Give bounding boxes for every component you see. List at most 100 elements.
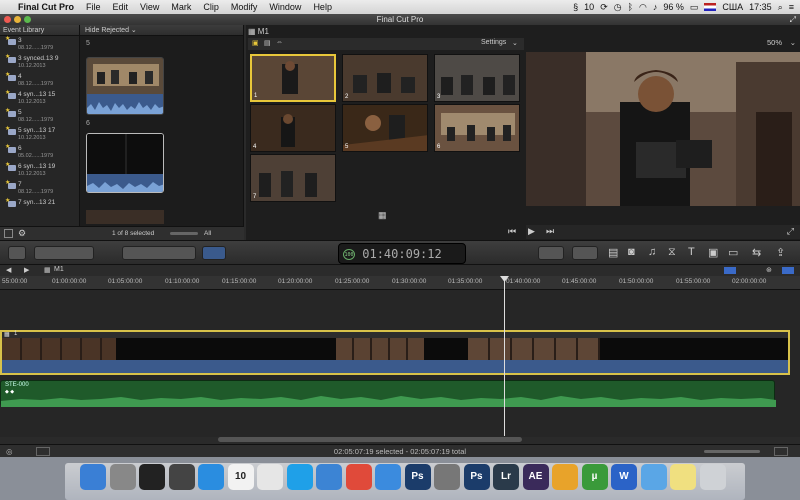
previous-edit-icon[interactable]: ⏮	[508, 226, 516, 237]
script-icon[interactable]: §	[573, 2, 578, 12]
fullscreen-icon[interactable]: ⤢	[787, 226, 794, 237]
audio-skimming-icon[interactable]: ⊛	[766, 266, 772, 274]
chevron-down-icon[interactable]: ⌄	[790, 38, 796, 47]
app-menu[interactable]: Final Cut Pro	[12, 2, 80, 12]
angle-thumb[interactable]: 5	[342, 104, 428, 152]
menu-modify[interactable]: Modify	[225, 2, 264, 12]
wifi-icon[interactable]: ◠	[639, 2, 647, 13]
transitions-icon[interactable]: ⧖	[668, 246, 676, 259]
clip-appearance-button[interactable]	[774, 447, 788, 456]
notification-count[interactable]: 10	[584, 2, 594, 12]
dock-app-store-icon[interactable]	[198, 464, 224, 490]
dock-script-editor-icon[interactable]	[434, 464, 460, 490]
minimize-window-button[interactable]	[14, 16, 21, 23]
music-icon[interactable]: ♫	[648, 246, 656, 258]
timeline-scrollbar[interactable]	[218, 437, 522, 442]
play-icon[interactable]: ▶	[528, 226, 535, 237]
menu-help[interactable]: Help	[307, 2, 338, 12]
snapping-icon[interactable]	[782, 267, 794, 274]
event-item[interactable]: 7 syn...13 21	[0, 198, 79, 211]
angle-thumb[interactable]: 7	[250, 154, 336, 202]
angle-thumb[interactable]: 2	[342, 54, 428, 102]
dock-word-icon[interactable]: W	[611, 464, 637, 490]
dock-skype-icon[interactable]	[286, 464, 313, 490]
dock-safari-icon[interactable]	[316, 464, 342, 490]
menu-file[interactable]: File	[80, 2, 107, 12]
dock-trash-icon[interactable]	[699, 464, 726, 490]
input-source[interactable]: США	[722, 2, 743, 12]
angle-thumb[interactable]: 3	[434, 54, 520, 102]
settings-popup[interactable]: Settings	[481, 39, 506, 46]
all-popup[interactable]: All	[204, 227, 211, 241]
share-icon[interactable]: ⇪	[776, 246, 785, 259]
dock-calendar-icon[interactable]: 10	[227, 464, 254, 490]
back-arrow-icon[interactable]: ◀	[6, 266, 11, 274]
multicam-clip[interactable]: ▦ 1	[0, 330, 790, 375]
event-item[interactable]: 708.12......1979	[0, 180, 79, 195]
effects-button[interactable]	[538, 246, 564, 260]
dock-launchpad-icon[interactable]	[109, 464, 136, 490]
toggle-library-icon[interactable]	[4, 229, 13, 238]
angle-thumb[interactable]: 4	[250, 104, 336, 152]
event-item[interactable]: 4 syn...13 1510.12.2013	[0, 90, 79, 105]
menu-clip[interactable]: Clip	[197, 2, 225, 12]
angle-thumb[interactable]: 6	[434, 104, 520, 152]
menu-view[interactable]: View	[134, 2, 165, 12]
zoom-window-button[interactable]	[24, 16, 31, 23]
generators-icon[interactable]: ▣	[708, 246, 718, 259]
event-item[interactable]: 308.12......1979	[0, 36, 79, 51]
fullscreen-icon[interactable]: ⤢	[790, 14, 796, 25]
battery-icon[interactable]: ▭	[690, 2, 699, 13]
bluetooth-icon[interactable]: ᛒ	[628, 2, 633, 12]
event-item[interactable]: 5 syn...13 1710.12.2013	[0, 126, 79, 141]
camera-icon[interactable]: ◙	[628, 246, 635, 258]
chevron-down-icon[interactable]: ⌄	[131, 27, 137, 34]
dock-stickies-icon[interactable]	[670, 464, 696, 490]
gear-icon[interactable]: ⚙	[18, 228, 26, 239]
titles-icon[interactable]: T	[688, 246, 695, 258]
dock-photoshop-2-icon[interactable]: Ps	[463, 464, 490, 490]
video-switch-icon[interactable]: ▤	[264, 39, 271, 47]
audio-clip[interactable]: STE-000 ◆ ◆	[0, 380, 776, 407]
dock-after-effects-icon[interactable]: AE	[522, 464, 549, 490]
menu-window[interactable]: Window	[263, 2, 307, 12]
timeline-ruler[interactable]: 55:00:00 01:00:00:00 01:05:00:00 01:10:0…	[0, 276, 800, 290]
viewer-zoom[interactable]: 50%	[767, 38, 782, 47]
keyword-button[interactable]	[34, 246, 94, 260]
dock-finder-2-icon[interactable]	[640, 464, 667, 490]
inspector-toggle-icon[interactable]: ⇆	[752, 246, 761, 259]
timeline-history-icon[interactable]	[36, 447, 50, 456]
timecode-display[interactable]: 100 01:40:09:12	[338, 243, 466, 264]
themes-icon[interactable]: ▭	[728, 246, 738, 259]
dock-photos-icon[interactable]	[168, 464, 195, 490]
clock[interactable]: 17:35	[749, 2, 772, 12]
volume-icon[interactable]: ♪	[653, 2, 658, 12]
retime-button[interactable]	[572, 246, 598, 260]
dock-photoshop-icon[interactable]: Ps	[404, 464, 431, 490]
chevron-down-icon[interactable]: ⌄	[512, 39, 518, 47]
time-machine-icon[interactable]: ◷	[614, 2, 622, 13]
event-item[interactable]: 508.12......1979	[0, 108, 79, 123]
dock-final-cut-icon[interactable]	[139, 464, 165, 490]
notification-center-icon[interactable]: ≡	[789, 2, 794, 12]
battery-percent[interactable]: 96 %	[663, 2, 684, 12]
select-tool-button[interactable]	[202, 246, 226, 260]
grid-layout-icon[interactable]: ▦	[378, 210, 387, 221]
menu-edit[interactable]: Edit	[107, 2, 135, 12]
filter-popup[interactable]: Hide Rejected	[85, 27, 129, 34]
inspector-icon[interactable]: ▤	[608, 246, 618, 259]
angle-thumb[interactable]: 1	[250, 54, 336, 102]
next-edit-icon[interactable]: ⏭	[546, 226, 554, 237]
close-window-button[interactable]	[4, 16, 11, 23]
browser-clip-selected[interactable]	[86, 133, 164, 193]
menu-mark[interactable]: Mark	[165, 2, 197, 12]
dock-itunes-icon[interactable]	[375, 464, 401, 490]
video-audio-switch-icon[interactable]: ▣	[252, 39, 259, 47]
browser-clip[interactable]	[86, 57, 164, 115]
dock-preview-icon[interactable]	[257, 464, 283, 490]
forward-arrow-icon[interactable]: ▶	[24, 266, 29, 274]
import-button[interactable]	[8, 246, 26, 260]
audio-switch-icon[interactable]: ⇔	[276, 39, 283, 46]
event-item[interactable]: 3 synced.13 910.12.2013	[0, 54, 79, 69]
edit-buttons[interactable]	[122, 246, 196, 260]
